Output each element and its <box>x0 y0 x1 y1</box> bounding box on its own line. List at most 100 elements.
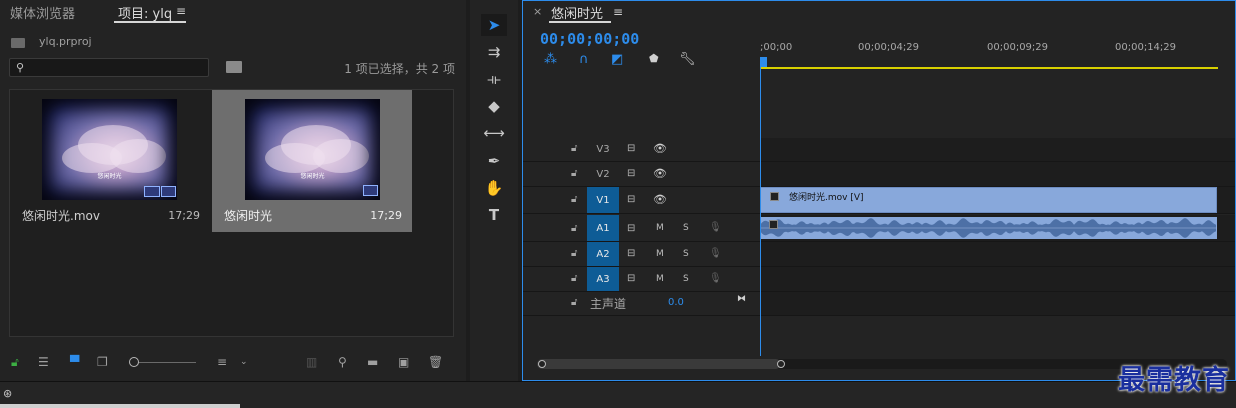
mute-button[interactable]: M <box>656 274 664 284</box>
type-tool-icon[interactable]: T <box>481 204 507 226</box>
track-v2: 🔓︎ V2 ⊟ 👁︎ <box>523 162 1235 187</box>
sync-lock-icon[interactable]: ⊟ <box>627 143 635 154</box>
creative-cloud-icon[interactable]: ⊛ <box>3 387 12 400</box>
track-body[interactable] <box>760 242 1235 266</box>
new-search-bin-icon[interactable] <box>226 61 242 73</box>
lock-icon[interactable]: 🔓︎ <box>571 273 577 284</box>
project-folder-icon <box>11 38 25 48</box>
lock-icon[interactable]: 🔓︎ <box>11 355 19 370</box>
go-to-end-icon[interactable]: ⧓ <box>737 294 746 304</box>
solo-button[interactable]: S <box>683 274 689 284</box>
panel-menu-icon[interactable]: ≡ <box>613 5 623 19</box>
lock-icon[interactable]: 🔓︎ <box>571 223 577 234</box>
pen-tool-icon[interactable]: ✒ <box>481 150 507 172</box>
freeform-view-icon[interactable]: ❐ <box>97 355 108 369</box>
track-a1: 🔓︎ A1 ⊟ M S 🎙︎ <box>523 215 1235 242</box>
eye-icon[interactable]: 👁︎ <box>653 142 667 155</box>
snap-icon[interactable]: ∩ <box>579 52 589 67</box>
list-view-icon[interactable]: ☰ <box>38 355 49 369</box>
track-label[interactable]: V3 <box>587 138 619 161</box>
video-clip[interactable]: 悠闲时光.mov [V] <box>760 187 1217 213</box>
ripple-edit-tool-icon[interactable]: ⟛ <box>481 68 507 90</box>
sequence-tab[interactable]: 悠闲时光 <box>551 3 603 22</box>
add-marker-icon[interactable]: ⬟ <box>649 52 659 65</box>
track-master: 🔓︎ 主声道 0.0 ⧓ <box>523 292 1235 316</box>
track-label-targeted[interactable]: A3 <box>587 267 619 291</box>
slip-tool-icon[interactable]: ⟷ <box>481 122 507 144</box>
microphone-icon[interactable]: 🎙︎ <box>709 273 722 284</box>
find-icon[interactable]: ⚲ <box>338 355 347 369</box>
nest-icon[interactable]: ⁂ <box>544 52 557 67</box>
active-tab-underline <box>549 21 611 23</box>
microphone-icon[interactable]: 🎙︎ <box>709 248 722 259</box>
sync-lock-icon[interactable]: ⊟ <box>627 273 635 284</box>
work-area-bar[interactable] <box>760 67 1218 69</box>
scrollbar-thumb[interactable] <box>537 359 781 369</box>
sync-lock-icon[interactable]: ⊟ <box>627 223 635 234</box>
wrench-icon[interactable]: 🔧︎ <box>679 52 696 67</box>
track-header: 🔓︎ A2 ⊟ M S 🎙︎ <box>523 242 759 266</box>
scrollbar-left-handle[interactable] <box>538 360 546 368</box>
selection-tool-icon[interactable]: ➤ <box>481 14 507 36</box>
playhead-line[interactable] <box>760 66 761 356</box>
mute-button[interactable]: M <box>656 249 664 259</box>
track-label-targeted[interactable]: A1 <box>587 215 619 241</box>
eye-icon[interactable]: 👁︎ <box>653 167 667 180</box>
track-label-targeted[interactable]: V1 <box>587 187 619 213</box>
clip-item-selected[interactable]: 悠闲时光 悠闲时光 17;29 <box>212 90 412 232</box>
automate-to-sequence-icon[interactable]: ▥ <box>306 355 317 369</box>
lock-icon[interactable]: 🔓︎ <box>571 143 577 154</box>
search-input[interactable]: ⚲ <box>9 58 209 77</box>
lock-icon[interactable]: 🔓︎ <box>571 168 577 179</box>
playhead-handle[interactable] <box>760 57 767 67</box>
solo-button[interactable]: S <box>683 249 689 259</box>
linked-selection-icon[interactable]: ◩ <box>611 52 623 67</box>
sort-icon[interactable]: ≡ <box>217 355 227 369</box>
sync-lock-icon[interactable]: ⊟ <box>627 248 635 259</box>
ruler-label: 00;00;09;29 <box>987 42 1049 53</box>
new-item-icon[interactable]: ▣ <box>398 355 409 369</box>
track-body[interactable] <box>760 162 1235 186</box>
sync-lock-icon[interactable]: ⊟ <box>627 194 635 205</box>
scrollbar-right-handle[interactable] <box>777 360 785 368</box>
mute-button[interactable]: M <box>656 223 664 233</box>
lock-icon[interactable]: 🔓︎ <box>571 194 577 205</box>
audio-clip[interactable] <box>760 217 1217 239</box>
chevron-down-icon[interactable]: ⌄ <box>240 357 248 367</box>
track-body[interactable] <box>760 215 1235 241</box>
zoom-slider-track[interactable] <box>134 362 196 363</box>
solo-button[interactable]: S <box>683 223 689 233</box>
eye-icon[interactable]: 👁︎ <box>653 193 667 206</box>
track-label-targeted[interactable]: A2 <box>587 242 619 266</box>
microphone-icon[interactable]: 🎙︎ <box>709 222 722 233</box>
trash-icon[interactable]: 🗑︎ <box>428 355 443 369</box>
sync-lock-icon[interactable]: ⊟ <box>627 168 635 179</box>
clip-thumbnail: 悠闲时光 <box>42 99 177 200</box>
track-select-tool-icon[interactable]: ⇉ <box>481 41 507 63</box>
track-body[interactable]: 悠闲时光.mov [V] <box>760 187 1235 213</box>
icon-view-icon[interactable]: ▀ <box>70 355 79 369</box>
track-body[interactable] <box>760 267 1235 291</box>
clip-name[interactable]: 悠闲时光 <box>224 207 272 224</box>
track-body[interactable] <box>760 138 1235 161</box>
lock-icon[interactable]: 🔓︎ <box>571 248 577 259</box>
razor-tool-icon[interactable]: ◆ <box>481 95 507 117</box>
master-volume-value[interactable]: 0.0 <box>668 297 684 308</box>
master-track-label: 主声道 <box>590 297 627 311</box>
status-strip <box>0 404 240 408</box>
lock-icon[interactable]: 🔓︎ <box>571 297 577 308</box>
playhead-timecode[interactable]: 00;00;00;00 <box>540 30 639 48</box>
time-ruler[interactable]: ;00;00 00;00;04;29 00;00;09;29 00;00;14;… <box>760 41 1236 71</box>
track-body[interactable] <box>760 292 1235 315</box>
track-label[interactable]: V2 <box>587 162 619 186</box>
tab-media-browser[interactable]: 媒体浏览器 <box>10 3 75 22</box>
hand-tool-icon[interactable]: ✋ <box>481 177 507 199</box>
new-bin-icon[interactable]: ▬ <box>367 355 378 369</box>
panel-menu-icon[interactable]: ≡ <box>176 4 186 18</box>
clip-name[interactable]: 悠闲时光.mov <box>22 207 100 224</box>
clip-item[interactable]: 悠闲时光 悠闲时光.mov 17;29 <box>10 90 210 232</box>
close-icon[interactable]: × <box>533 5 542 18</box>
zoom-slider-handle[interactable] <box>129 357 139 367</box>
track-header: 🔓︎ 主声道 0.0 ⧓ <box>523 292 759 315</box>
tab-project[interactable]: 项目: ylq <box>118 3 172 22</box>
